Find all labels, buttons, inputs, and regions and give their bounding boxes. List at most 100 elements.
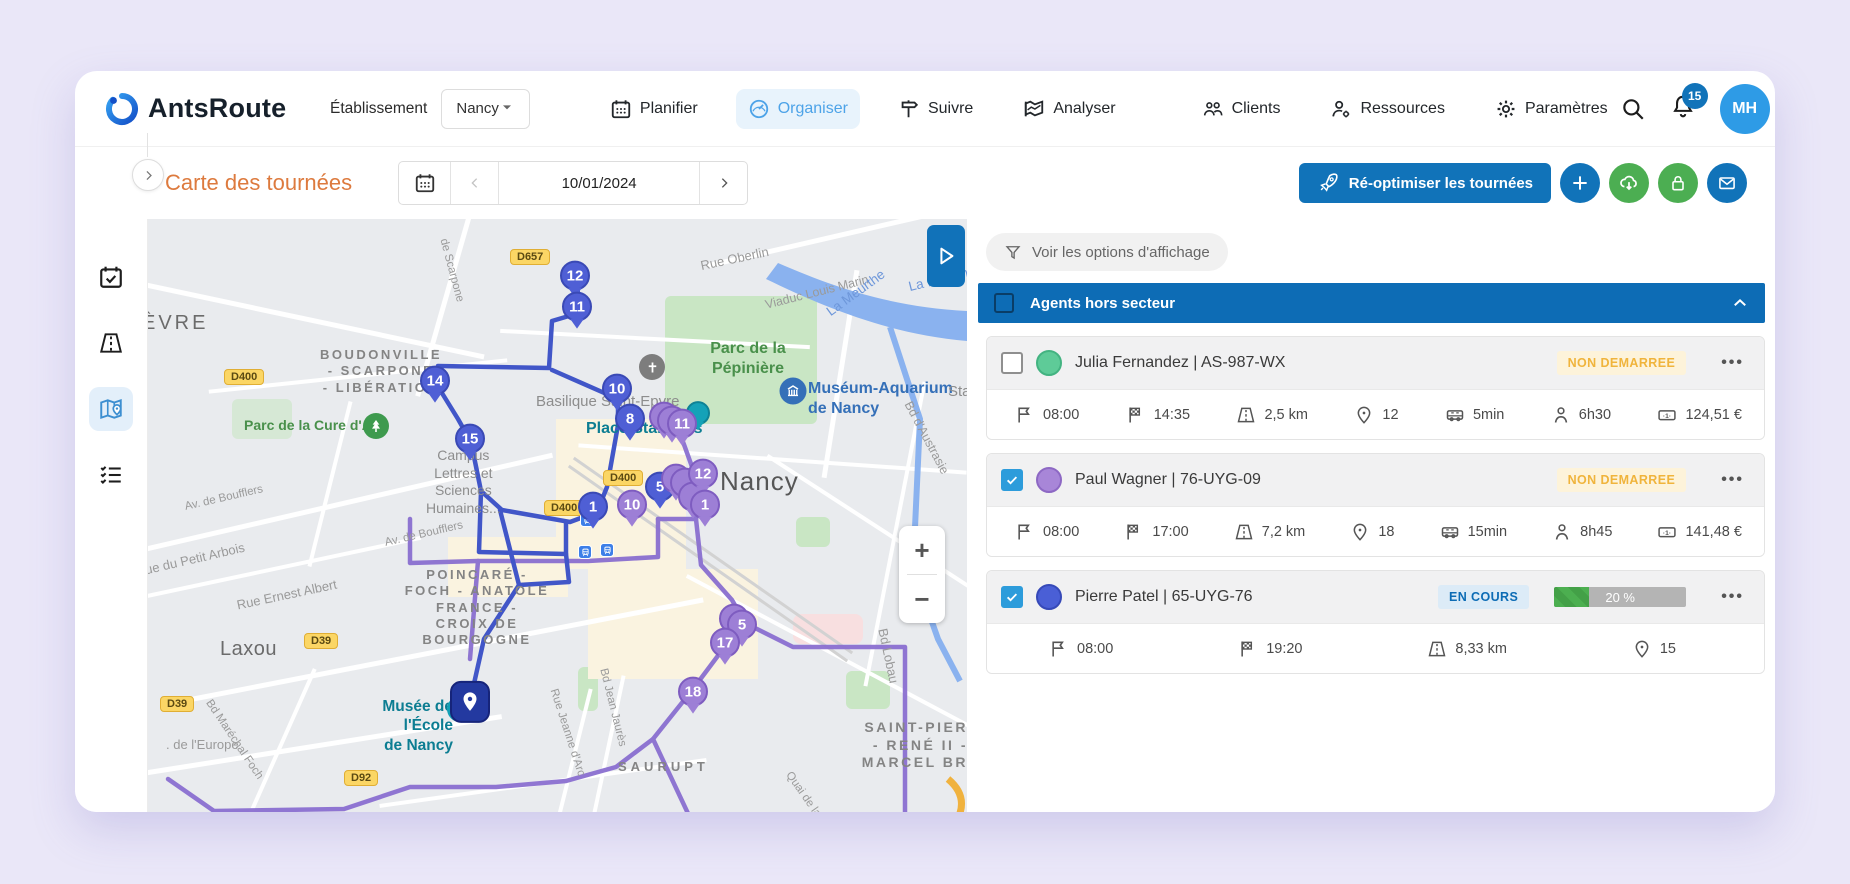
- agents-group-header[interactable]: Agents hors secteur: [978, 283, 1765, 323]
- road-icon: [1236, 405, 1256, 425]
- agent-color-dot: [1036, 467, 1062, 493]
- stop-marker[interactable]: 10: [617, 490, 647, 520]
- gauge-icon: [748, 98, 770, 120]
- lock-button[interactable]: [1658, 163, 1698, 203]
- tab-parametres[interactable]: Paramètres: [1483, 89, 1620, 129]
- avatar[interactable]: MH: [1720, 84, 1770, 134]
- brand-name: AntsRoute: [148, 93, 286, 124]
- stop-marker[interactable]: 15: [455, 424, 485, 454]
- send-mail-button[interactable]: [1707, 163, 1747, 203]
- agent-name: Pierre Patel | 65-UYG-76: [1075, 588, 1253, 606]
- rail-item-routes[interactable]: [89, 321, 133, 365]
- road-icon: [98, 330, 124, 356]
- date-picker: 10/01/2024: [398, 161, 748, 205]
- map-zoom-control: + −: [899, 526, 945, 623]
- secondary-nav: Clients Ressources Paramètres: [1190, 89, 1620, 129]
- agent-header-row[interactable]: Pierre Patel | 65-UYG-76 EN COURS 20 % •…: [987, 571, 1764, 623]
- stat-distance: 2,5 km: [1236, 405, 1308, 425]
- chevron-down-icon: [499, 99, 515, 119]
- stop-marker[interactable]: 12: [560, 261, 590, 291]
- map-label-city: Nancy: [720, 465, 799, 498]
- map-label-district: SAURUPT: [618, 759, 709, 775]
- establishment-select[interactable]: Nancy: [441, 89, 530, 129]
- zoom-out-button[interactable]: −: [899, 575, 945, 623]
- agent-checkbox[interactable]: [1001, 586, 1023, 608]
- agent-color-dot: [1036, 350, 1062, 376]
- notifications-button[interactable]: 15: [1670, 93, 1696, 124]
- rail-item-planning[interactable]: [89, 255, 133, 299]
- users-icon: [1202, 98, 1224, 120]
- van-icon: [1440, 522, 1460, 542]
- zoom-in-button[interactable]: +: [899, 526, 945, 574]
- stop-marker[interactable]: 1: [578, 492, 608, 522]
- map-canvas[interactable]: ÈVRE BOUDONVILLE - SCARPONE - LIBÉRATION…: [148, 219, 967, 812]
- tree-poi-icon: [363, 413, 389, 439]
- agent-color-dot: [1036, 584, 1062, 610]
- stop-marker[interactable]: 17: [710, 628, 740, 658]
- next-day-button[interactable]: [699, 162, 747, 204]
- brand-logo[interactable]: AntsRoute: [105, 92, 320, 126]
- stop-marker[interactable]: 12: [688, 459, 718, 489]
- agent-checkbox[interactable]: [1001, 469, 1023, 491]
- road-icon: [1234, 522, 1254, 542]
- road-icon: [1427, 639, 1447, 659]
- agent-menu-button[interactable]: •••: [1721, 354, 1744, 372]
- calendar-icon: [610, 98, 632, 120]
- stop-marker[interactable]: 11: [562, 292, 592, 322]
- road-badge: D39: [160, 696, 194, 712]
- map-label-park: Parc de la Cure d'Air: [244, 417, 381, 435]
- chevron-left-icon: [467, 175, 483, 191]
- rail-item-tasks[interactable]: [89, 453, 133, 497]
- envelope-icon: [1717, 173, 1737, 193]
- search-icon[interactable]: [1620, 96, 1646, 122]
- map-label: ÈVRE: [148, 311, 208, 336]
- tab-organiser[interactable]: Organiser: [736, 89, 860, 129]
- map-label-street: . de l'Europe: [166, 737, 239, 753]
- map-label-district: BOUDONVILLE - SCARPONE - LIBÉRATION: [266, 347, 496, 396]
- tab-clients[interactable]: Clients: [1190, 89, 1293, 129]
- agent-card: Julia Fernandez | AS-987-WX NON DEMARREE…: [986, 336, 1765, 440]
- reoptimize-button[interactable]: Ré-optimiser les tournées: [1299, 163, 1551, 203]
- stop-marker[interactable]: 18: [678, 677, 708, 707]
- stop-marker[interactable]: 11: [667, 409, 697, 439]
- agents-panel: Voir les options d'affichage Agents hors…: [967, 219, 1775, 812]
- calendar-button[interactable]: [399, 162, 451, 204]
- agent-menu-button[interactable]: •••: [1721, 471, 1744, 489]
- stop-marker[interactable]: 10: [602, 374, 632, 404]
- progress-bar: 20 %: [1554, 587, 1686, 607]
- antsroute-logo-icon: [105, 92, 139, 126]
- previous-day-button[interactable]: [451, 162, 499, 204]
- agent-menu-button[interactable]: •••: [1721, 588, 1744, 606]
- calendar-icon: [414, 172, 436, 194]
- collapse-sidebar-button[interactable]: [132, 159, 164, 191]
- stop-marker[interactable]: 1: [690, 490, 720, 520]
- rail-item-map[interactable]: [89, 387, 133, 431]
- agent-header-row[interactable]: Julia Fernandez | AS-987-WX NON DEMARREE…: [987, 337, 1764, 389]
- agent-name: Paul Wagner | 76-UYG-09: [1075, 471, 1261, 489]
- stop-marker[interactable]: 8: [615, 404, 645, 434]
- stop-marker[interactable]: 14: [420, 366, 450, 396]
- establishment-label: Établissement: [330, 100, 427, 118]
- lock-icon: [1668, 173, 1688, 193]
- group-checkbox[interactable]: [994, 293, 1014, 313]
- chevron-up-icon[interactable]: [1731, 294, 1749, 312]
- tab-suivre[interactable]: Suivre: [886, 89, 985, 129]
- export-download-button[interactable]: [1609, 163, 1649, 203]
- stat-work-time: 8h45: [1552, 522, 1612, 542]
- add-button[interactable]: [1560, 163, 1600, 203]
- tab-planifier[interactable]: Planifier: [598, 89, 710, 129]
- person-icon: [1551, 405, 1571, 425]
- depot-marker[interactable]: [450, 681, 490, 723]
- agent-stats-row: 08:00 17:00 7,2 km 18 15min 8h45 141,48 …: [987, 506, 1764, 556]
- agent-checkbox[interactable]: [1001, 352, 1023, 374]
- display-options-button[interactable]: Voir les options d'affichage: [986, 233, 1228, 271]
- map-pin-icon: [1354, 405, 1374, 425]
- agent-header-row[interactable]: Paul Wagner | 76-UYG-09 NON DEMARREE •••: [987, 454, 1764, 506]
- tab-ressources[interactable]: Ressources: [1318, 89, 1456, 129]
- stat-distance: 7,2 km: [1234, 522, 1306, 542]
- status-badge: NON DEMARREE: [1557, 468, 1687, 492]
- progress-label: 20 %: [1554, 587, 1686, 607]
- tab-analyser[interactable]: Analyser: [1011, 89, 1127, 129]
- expand-panel-button[interactable]: [927, 225, 965, 287]
- current-date: 10/01/2024: [499, 162, 699, 204]
